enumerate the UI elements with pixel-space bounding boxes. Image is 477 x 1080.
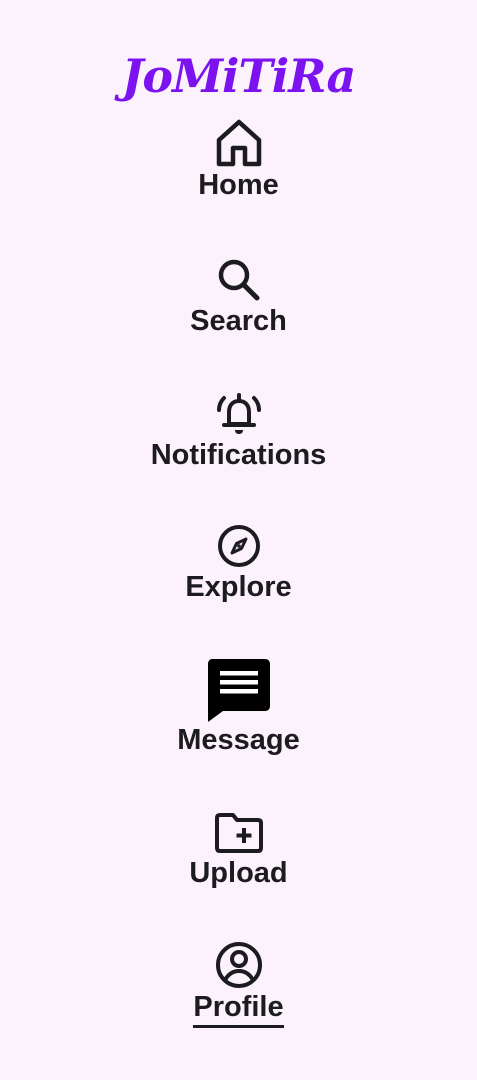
nav-label-profile: Profile bbox=[193, 990, 284, 1028]
compass-icon bbox=[215, 522, 263, 570]
search-icon bbox=[215, 256, 263, 304]
nav-item-profile[interactable]: Profile bbox=[0, 940, 477, 1028]
nav-item-message[interactable]: Message bbox=[0, 657, 477, 757]
nav-label-message: Message bbox=[177, 724, 300, 756]
nav-label-notifications: Notifications bbox=[150, 439, 327, 471]
nav-item-notifications[interactable]: Notifications bbox=[0, 390, 477, 472]
app-logo[interactable]: JoMiTiRa bbox=[0, 46, 477, 106]
bell-ringing-icon bbox=[215, 390, 263, 438]
nav-label-explore: Explore bbox=[185, 571, 292, 603]
folder-plus-icon bbox=[214, 810, 264, 856]
nav-item-home[interactable]: Home bbox=[0, 118, 477, 202]
chat-message-icon bbox=[206, 657, 272, 723]
nav-label-search: Search bbox=[190, 305, 287, 337]
home-icon bbox=[215, 118, 263, 168]
nav-item-explore[interactable]: Explore bbox=[0, 522, 477, 604]
nav-label-home: Home bbox=[198, 169, 279, 201]
nav-item-upload[interactable]: Upload bbox=[0, 810, 477, 890]
nav-item-search[interactable]: Search bbox=[0, 256, 477, 338]
nav-label-upload: Upload bbox=[189, 857, 288, 889]
account-circle-icon bbox=[214, 940, 264, 990]
